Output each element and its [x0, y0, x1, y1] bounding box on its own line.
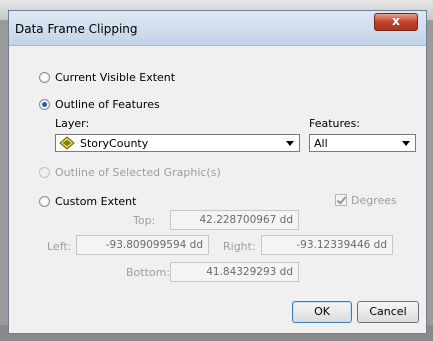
option-current-visible-extent[interactable]: Current Visible Extent [39, 71, 175, 84]
option-outline-selected-graphics: Outline of Selected Graphic(s) [39, 166, 221, 179]
ok-button[interactable]: OK [292, 301, 352, 323]
chevron-down-icon[interactable] [286, 140, 294, 146]
dialog-title: Data Frame Clipping [15, 22, 138, 36]
degrees-checkbox [335, 194, 347, 206]
cancel-button[interactable]: Cancel [357, 301, 419, 323]
data-frame-clipping-dialog: Data Frame Clipping x Current Visible Ex… [8, 10, 427, 334]
top-label: Top: [133, 214, 156, 227]
radio-current-visible-extent[interactable] [39, 72, 50, 83]
bottom-field: 41.84329293 dd [170, 262, 299, 282]
layer-selected-value: StoryCounty [80, 136, 149, 150]
close-button[interactable]: x [374, 13, 418, 31]
layer-label: Layer: [55, 117, 90, 130]
option-label: Custom Extent [55, 195, 137, 208]
bottom-label: Bottom: [126, 266, 171, 279]
layer-dropdown[interactable]: StoryCounty [55, 134, 300, 152]
radio-outline-of-features[interactable] [39, 99, 50, 110]
right-label: Right: [223, 240, 256, 253]
left-label: Left: [47, 240, 72, 253]
features-dropdown[interactable]: All [309, 134, 416, 152]
polygon-layer-icon [59, 136, 75, 150]
dialog-titlebar[interactable]: Data Frame Clipping x [9, 11, 426, 46]
option-label: Current Visible Extent [55, 71, 176, 84]
option-label: Outline of Features [55, 98, 160, 111]
right-field: -93.12339446 dd [261, 235, 393, 255]
option-label: Outline of Selected Graphic(s) [55, 166, 221, 179]
close-icon: x [392, 14, 400, 28]
option-outline-of-features[interactable]: Outline of Features [39, 98, 160, 111]
chevron-down-icon[interactable] [402, 140, 410, 146]
top-field: 42.228700967 dd [170, 210, 299, 230]
features-selected-value: All [314, 136, 328, 150]
degrees-label: Degrees [351, 194, 397, 207]
left-field: -93.809099594 dd [76, 235, 209, 255]
features-label: Features: [309, 117, 361, 130]
option-custom-extent[interactable]: Custom Extent [39, 195, 136, 208]
radio-custom-extent[interactable] [39, 196, 50, 207]
radio-outline-selected-graphics [39, 167, 50, 178]
